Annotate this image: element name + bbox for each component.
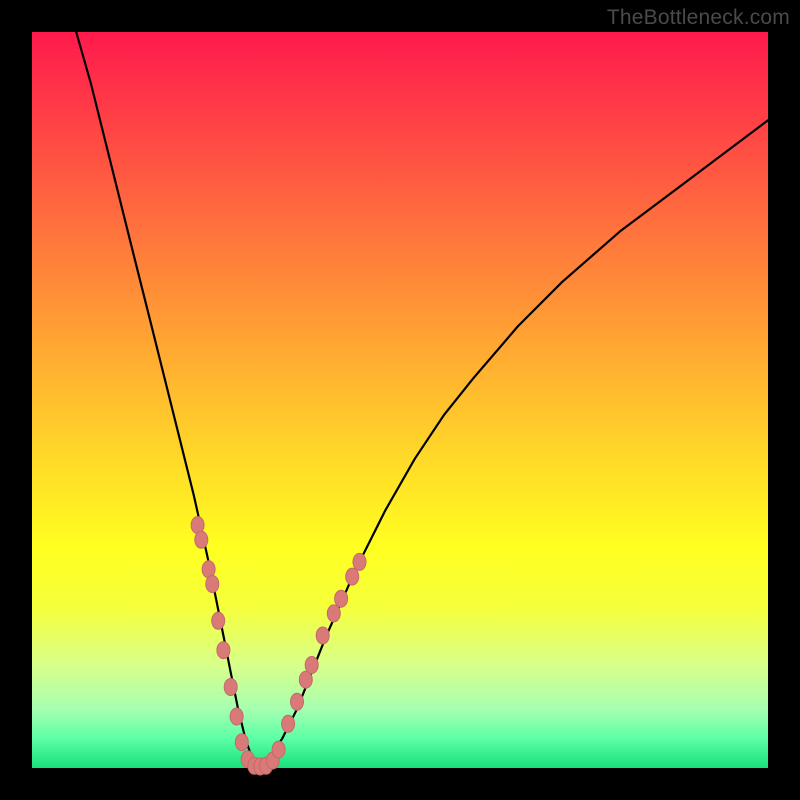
data-marker [224, 679, 237, 696]
data-marker [327, 605, 340, 622]
data-marker [282, 715, 295, 732]
data-markers [191, 517, 366, 775]
data-marker [206, 576, 219, 593]
data-marker [316, 627, 329, 644]
chart-frame: TheBottleneck.com [0, 0, 800, 800]
data-marker [230, 708, 243, 725]
data-marker [212, 612, 225, 629]
data-marker [195, 531, 208, 548]
watermark-text: TheBottleneck.com [607, 6, 790, 30]
data-marker [235, 734, 248, 751]
data-marker [346, 568, 359, 585]
data-marker [305, 657, 318, 674]
data-marker [272, 741, 285, 758]
data-marker [353, 553, 366, 570]
bottleneck-curve [76, 32, 768, 768]
chart-plot-area [32, 32, 768, 768]
data-marker [335, 590, 348, 607]
chart-svg [32, 32, 768, 768]
data-marker [217, 642, 230, 659]
data-marker [291, 693, 304, 710]
